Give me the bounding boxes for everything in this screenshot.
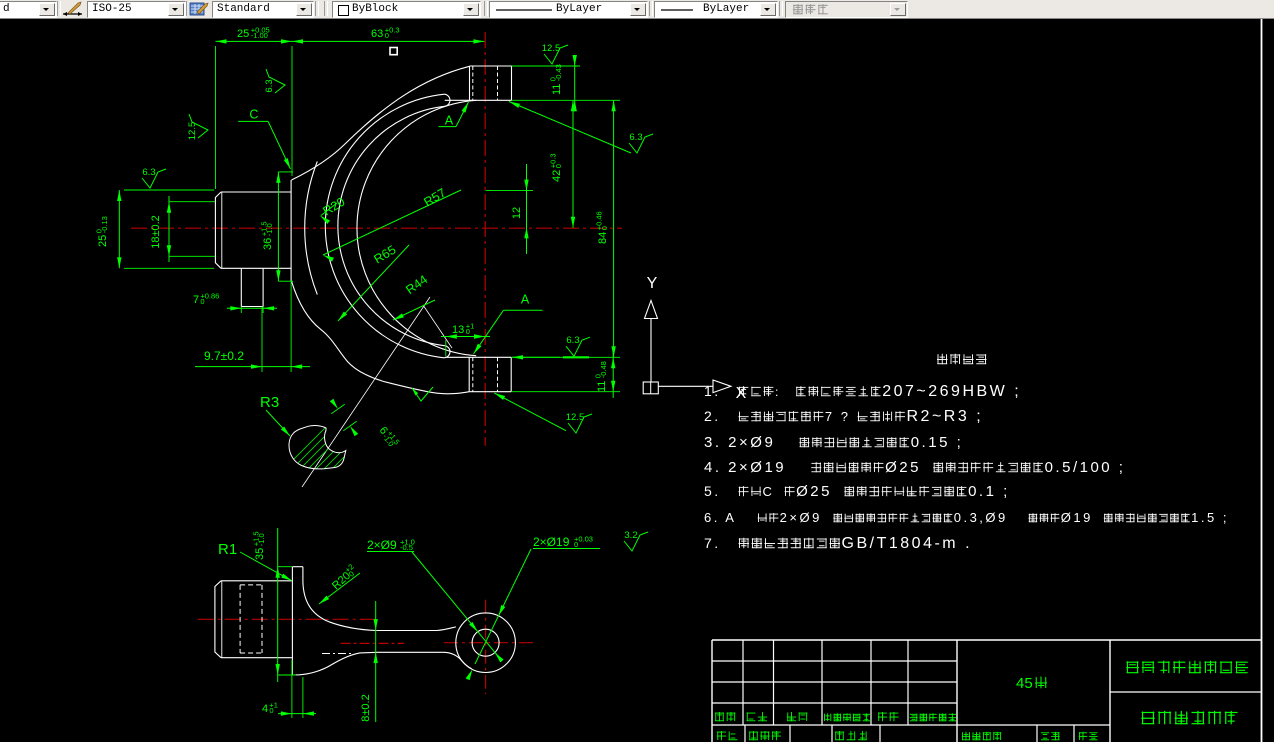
- svg-text:42: 42: [551, 170, 563, 182]
- svg-text:6.3: 6.3: [566, 335, 579, 346]
- svg-text:0.3,Ø9: 0.3,Ø9: [954, 510, 1014, 525]
- svg-text:13: 13: [452, 324, 464, 336]
- svg-text:Ø25: Ø25: [885, 459, 928, 476]
- svg-text:7: 7: [193, 294, 199, 306]
- svg-text:11: 11: [596, 381, 608, 392]
- svg-text:Ø19: Ø19: [1061, 510, 1099, 525]
- svg-text:0: 0: [200, 297, 204, 306]
- svg-text:35: 35: [254, 548, 266, 560]
- svg-text:C: C: [763, 484, 781, 499]
- svg-text:0: 0: [269, 706, 273, 715]
- svg-text:0: 0: [574, 540, 578, 549]
- svg-text:-1.0: -1.0: [265, 223, 274, 236]
- svg-text:5.: 5.: [704, 483, 727, 499]
- svg-text:A: A: [521, 293, 530, 307]
- svg-text:6.3: 6.3: [264, 79, 275, 92]
- svg-text:0: 0: [385, 31, 389, 40]
- svg-text:C: C: [249, 108, 258, 122]
- svg-text:R2~R3 ;: R2~R3 ;: [907, 408, 984, 425]
- svg-text:Y: Y: [647, 275, 658, 292]
- svg-text:-0.5: -0.5: [400, 543, 413, 552]
- svg-text:63: 63: [371, 28, 383, 40]
- svg-text::: :: [775, 385, 787, 399]
- svg-text:12: 12: [511, 207, 523, 219]
- svg-text:2×Ø9: 2×Ø9: [780, 510, 828, 525]
- svg-text:45: 45: [1016, 675, 1033, 692]
- svg-text:6. A: 6. A: [704, 510, 742, 525]
- svg-text:2.: 2.: [704, 408, 727, 424]
- svg-text:1.: 1.: [704, 383, 727, 399]
- svg-text:25: 25: [237, 28, 249, 40]
- svg-text:8±0.2: 8±0.2: [360, 694, 372, 721]
- svg-text:2×Ø19: 2×Ø19: [533, 535, 570, 549]
- svg-text:R3: R3: [260, 394, 279, 411]
- svg-text:6.3: 6.3: [629, 132, 642, 143]
- svg-text:12.5: 12.5: [566, 412, 585, 423]
- svg-text:18±0.2: 18±0.2: [150, 215, 162, 249]
- svg-text:Ø25: Ø25: [796, 483, 839, 500]
- svg-text:7 ?: 7 ?: [825, 409, 851, 424]
- svg-text:-1.0: -1.0: [257, 533, 266, 546]
- svg-text:0: 0: [554, 164, 563, 168]
- svg-text:4: 4: [262, 703, 268, 715]
- svg-text:0: 0: [466, 327, 470, 336]
- svg-text:A: A: [445, 114, 454, 128]
- svg-text:207~269HBW ;: 207~269HBW ;: [882, 383, 1021, 400]
- svg-text:12.5: 12.5: [542, 43, 561, 54]
- svg-text:-0.48: -0.48: [599, 361, 608, 378]
- svg-text:3.2: 3.2: [624, 530, 637, 541]
- svg-text:0.15 ;: 0.15 ;: [911, 434, 964, 451]
- svg-text:-0.13: -0.13: [100, 216, 109, 233]
- svg-text:3. 2×Ø9: 3. 2×Ø9: [704, 434, 782, 451]
- svg-text:0: 0: [600, 226, 609, 230]
- svg-text:84: 84: [597, 232, 609, 244]
- svg-text:12.5: 12.5: [187, 122, 198, 141]
- svg-text:11: 11: [551, 84, 563, 95]
- svg-text:1.5 ;: 1.5 ;: [1191, 510, 1229, 525]
- svg-text:36: 36: [262, 238, 274, 250]
- svg-text:R1: R1: [218, 541, 237, 558]
- svg-text:6.3: 6.3: [142, 167, 155, 178]
- svg-text:0.5/100 ;: 0.5/100 ;: [1045, 459, 1126, 476]
- svg-text:25: 25: [97, 235, 109, 247]
- svg-text:GB/T1804-m .: GB/T1804-m .: [842, 535, 972, 552]
- svg-text:-1.00: -1.00: [251, 31, 268, 40]
- svg-text:-0.43: -0.43: [554, 64, 563, 81]
- svg-text:7.: 7.: [704, 535, 727, 551]
- svg-text:0.1 ;: 0.1 ;: [968, 483, 1010, 500]
- svg-text:2×Ø9: 2×Ø9: [367, 538, 397, 552]
- svg-text:4. 2×Ø19: 4. 2×Ø19: [704, 459, 793, 476]
- svg-text:9.7±0.2: 9.7±0.2: [204, 349, 244, 363]
